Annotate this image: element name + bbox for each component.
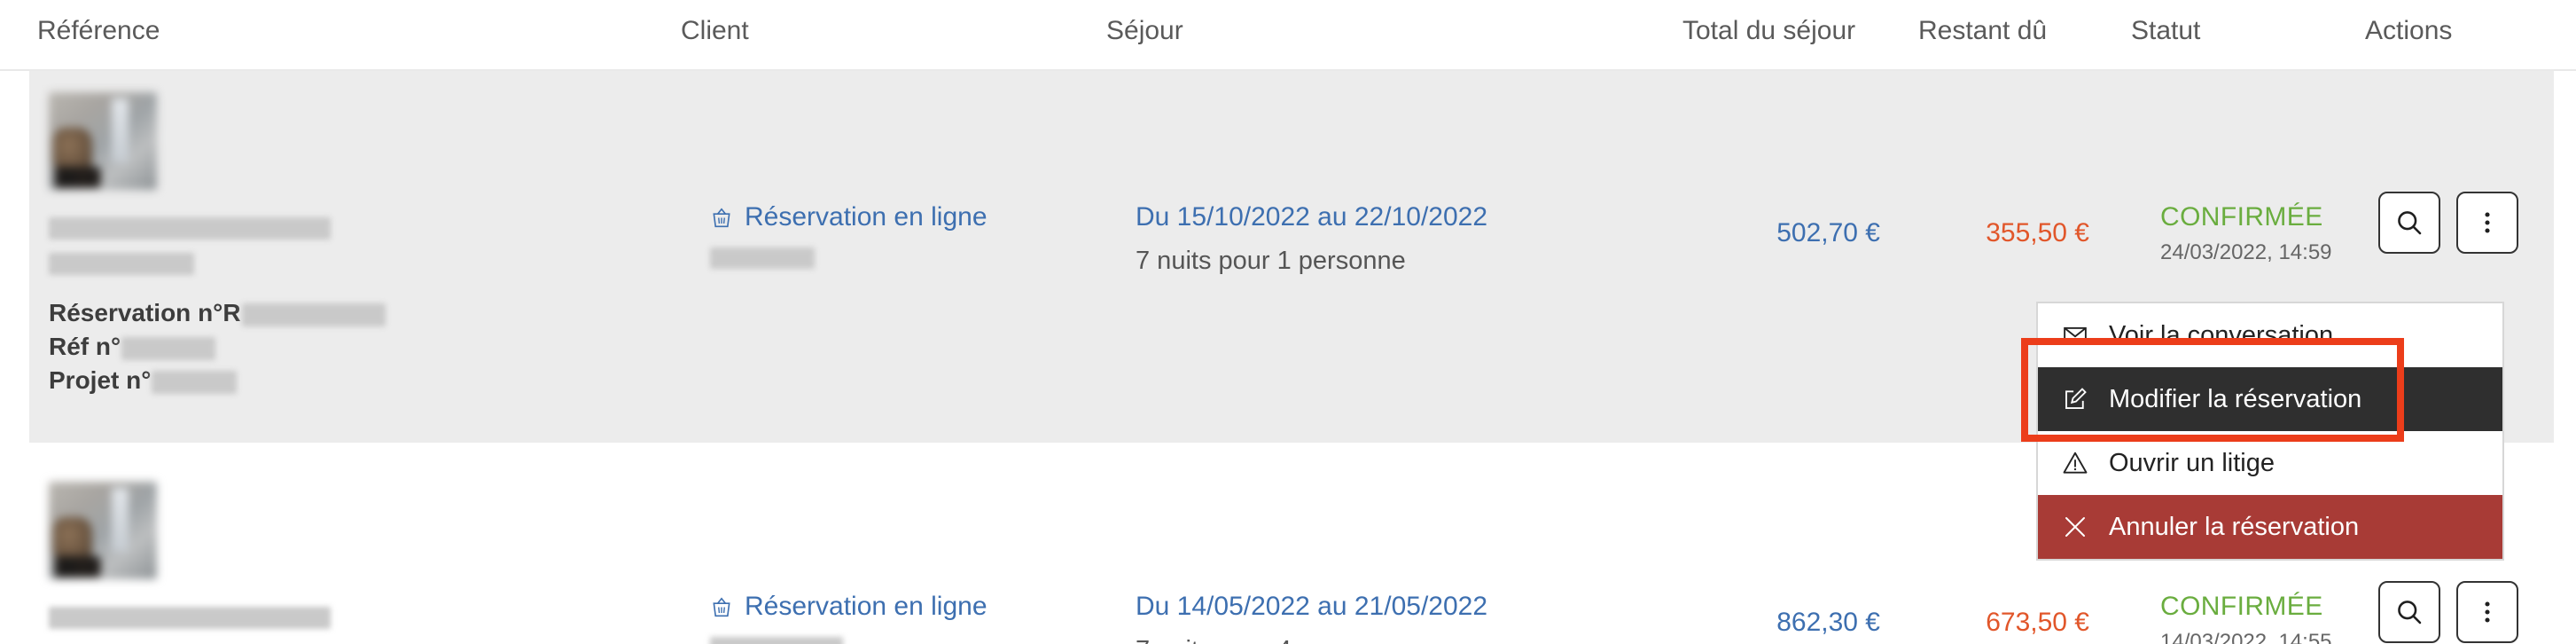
kebab-menu-icon <box>2485 601 2490 623</box>
thumbnail-window-detail <box>111 487 129 553</box>
view-reservation-button[interactable] <box>2378 581 2440 643</box>
redacted-value <box>710 247 815 269</box>
client-name-redacted <box>710 631 1082 644</box>
client-channel-row[interactable]: Réservation en ligne <box>710 592 1082 622</box>
total-amount: 862,30 € <box>1776 608 1880 637</box>
column-header-client: Client <box>681 16 749 45</box>
view-reservation-button[interactable] <box>2378 192 2440 254</box>
more-actions-button[interactable] <box>2456 581 2518 643</box>
restant-amount: 355,50 € <box>1986 218 2089 247</box>
ref-number-label: Réf n° <box>49 333 121 360</box>
more-actions-button[interactable] <box>2456 192 2518 254</box>
ref-number-line: Réf n° <box>49 330 669 364</box>
sejour-details: 7 nuits pour 4 <box>1136 636 1632 644</box>
reference-numbers: Réservation n°R Réf n° Projet n° <box>49 296 669 397</box>
client-cell: Réservation en ligne <box>710 202 1082 271</box>
menu-item-annuler-la-reservation[interactable]: Annuler la réservation <box>2038 495 2502 559</box>
column-header-sejour: Séjour <box>1106 16 1183 45</box>
client-cell: Réservation en ligne <box>710 592 1082 644</box>
restant-amount: 673,50 € <box>1986 608 2089 637</box>
status-badge: CONFIRMÉE <box>2160 592 2323 621</box>
client-channel-row[interactable]: Réservation en ligne <box>710 202 1082 232</box>
redacted-value <box>152 370 238 394</box>
reservation-number-line: Réservation n°R <box>49 296 669 330</box>
column-header-statut: Statut <box>2131 16 2201 45</box>
envelope-icon <box>2061 321 2089 349</box>
redacted-text <box>49 607 331 630</box>
status-date: 24/03/2022, 14:59 <box>2160 240 2332 264</box>
reference-cell: Réservation n°R Réf n° Projet n° <box>49 92 669 397</box>
sejour-cell: Du 14/05/2022 au 21/05/2022 7 nuits pour… <box>1136 592 1632 644</box>
status-badge: CONFIRMÉE <box>2160 202 2323 232</box>
redacted-text <box>49 217 331 240</box>
kebab-menu-icon <box>2485 212 2490 233</box>
warning-triangle-icon <box>2061 449 2089 477</box>
status-date: 14/03/2022, 14:55 <box>2160 630 2332 644</box>
close-x-icon <box>2061 513 2089 541</box>
listing-thumbnail[interactable] <box>49 482 157 579</box>
edit-pencil-icon <box>2061 385 2089 413</box>
sejour-cell: Du 15/10/2022 au 22/10/2022 7 nuits pour… <box>1136 202 1632 276</box>
basket-icon <box>713 207 730 227</box>
column-header-restant: Restant dû <box>1918 16 2048 45</box>
reservations-table-page: Référence Client Séjour Total du séjour … <box>0 0 2576 644</box>
basket-icon <box>713 596 730 617</box>
column-header-total: Total du séjour <box>1682 16 1856 45</box>
column-header-actions: Actions <box>2365 16 2453 45</box>
listing-title-redacted <box>49 209 669 280</box>
actions-cell <box>2378 192 2518 254</box>
client-channel-label: Réservation en ligne <box>745 592 987 621</box>
actions-cell <box>2378 581 2518 643</box>
column-header-reference: Référence <box>37 16 160 45</box>
sejour-dates[interactable]: Du 14/05/2022 au 21/05/2022 <box>1136 592 1632 622</box>
redacted-text <box>49 253 194 276</box>
table-header-row: Référence Client Séjour Total du séjour … <box>0 0 2576 71</box>
menu-item-modifier-la-reservation[interactable]: Modifier la réservation <box>2038 367 2502 431</box>
projet-number-line: Projet n° <box>49 364 669 397</box>
sejour-details: 7 nuits pour 1 personne <box>1136 247 1406 275</box>
sejour-dates[interactable]: Du 15/10/2022 au 22/10/2022 <box>1136 202 1632 232</box>
search-icon <box>2398 211 2422 235</box>
redacted-value <box>710 636 843 644</box>
listing-thumbnail[interactable] <box>49 92 157 190</box>
menu-item-voir-la-conversation[interactable]: Voir la conversation <box>2038 303 2502 367</box>
redacted-value <box>121 336 216 360</box>
client-name-redacted <box>710 241 1082 271</box>
redacted-value <box>241 302 386 326</box>
client-channel-label: Réservation en ligne <box>745 202 987 232</box>
total-amount: 502,70 € <box>1776 218 1880 247</box>
actions-dropdown-menu: Voir la conversation Modifier la réserva… <box>2036 302 2504 561</box>
reservation-number-label: Réservation n°R <box>49 299 241 326</box>
search-icon <box>2398 601 2422 624</box>
reference-cell <box>49 482 669 634</box>
menu-item-label: Modifier la réservation <box>2109 384 2362 413</box>
statut-cell: CONFIRMÉE 24/03/2022, 14:59 <box>2160 202 2364 265</box>
menu-item-label: Ouvrir un litige <box>2109 448 2275 477</box>
menu-item-ouvrir-un-litige[interactable]: Ouvrir un litige <box>2038 431 2502 495</box>
projet-number-label: Projet n° <box>49 366 152 394</box>
thumbnail-window-detail <box>111 98 129 163</box>
menu-item-label: Annuler la réservation <box>2109 512 2360 541</box>
listing-title-redacted <box>49 599 669 634</box>
menu-item-label: Voir la conversation <box>2109 320 2334 349</box>
statut-cell: CONFIRMÉE 14/03/2022, 14:55 <box>2160 592 2364 644</box>
